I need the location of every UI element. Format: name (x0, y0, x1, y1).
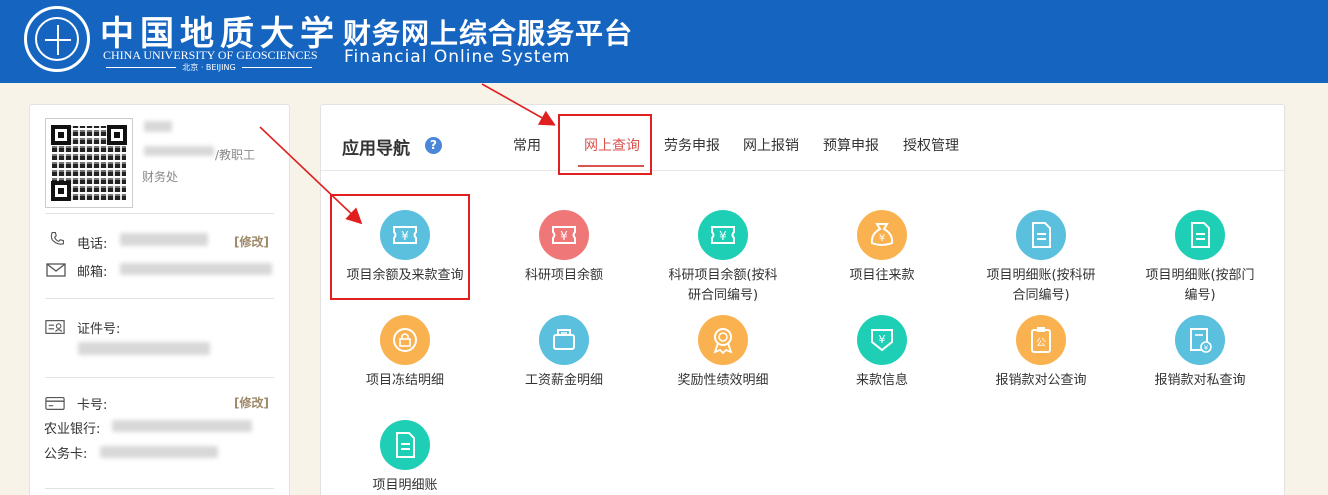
arrow-to-tab (481, 83, 556, 126)
annotation-arrows (259, 83, 556, 225)
arrow-to-app (259, 126, 363, 225)
